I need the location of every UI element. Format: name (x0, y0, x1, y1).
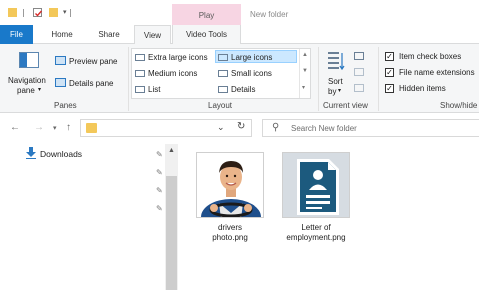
navigation-pane-chevron-icon: ▾ (38, 87, 42, 93)
layout-large-icons[interactable]: Large icons (215, 50, 297, 63)
preview-pane-icon (55, 56, 66, 65)
customize-quick-access-chevron-icon[interactable]: ▾ (63, 8, 67, 16)
window-title: New folder (250, 10, 289, 19)
navigation-pane-icon (19, 52, 39, 68)
nav-item-label: Downloads (40, 149, 83, 159)
sort-by-chevron-icon: ▾ (338, 88, 342, 94)
list-label: List (148, 85, 161, 94)
navigation-pane-label: Navigation (8, 76, 46, 85)
sort-by-icon (328, 52, 345, 71)
sort-by-label: Sort (328, 77, 343, 86)
layout-group-label: Layout (208, 101, 233, 110)
layout-gallery-scroll[interactable]: ▲ ▼ ▾ (299, 49, 310, 98)
scroll-up-icon[interactable]: ▲ (168, 147, 175, 154)
size-columns-icon[interactable] (354, 84, 364, 92)
group-separator (318, 47, 319, 111)
extra-large-icons-label: Extra large icons (148, 53, 208, 62)
item-check-boxes-label: Item check boxes (399, 52, 462, 61)
item-check-boxes-checkbox[interactable]: ✓ (385, 52, 394, 61)
small-icons-icon (218, 70, 228, 77)
layout-small-icons[interactable]: Small icons (216, 67, 296, 80)
new-folder-icon[interactable] (49, 8, 58, 17)
ribbon-tabs: File Home Share View Video Tools (0, 25, 479, 45)
pin-icon[interactable]: ✎ (156, 168, 163, 177)
show-hide-group-label: Show/hide (440, 101, 478, 110)
address-history-chevron-icon[interactable]: ⌄ (217, 122, 225, 133)
refresh-icon[interactable]: ↻ (237, 121, 245, 132)
details-icon (218, 86, 228, 93)
forward-arrow-icon[interactable]: → (34, 122, 44, 133)
hidden-items-label: Hidden items (399, 84, 446, 93)
play-context-tab-group: Play (172, 4, 241, 25)
large-icons-icon (218, 54, 228, 61)
hidden-items-checkbox[interactable]: ✓ (385, 84, 394, 93)
pin-icon[interactable]: ✎ (156, 150, 163, 159)
layout-medium-icons[interactable]: Medium icons (133, 67, 213, 80)
navigation-pane: Downloads ✎ ✎ ✎ ✎ ▲ (0, 142, 178, 290)
gallery-expand-icon[interactable]: ▾ (302, 84, 305, 91)
current-view-group-label: Current view (323, 101, 368, 110)
folder-icon (86, 123, 97, 133)
pin-icon[interactable]: ✎ (156, 186, 163, 195)
small-icons-label: Small icons (231, 69, 272, 78)
quick-access-separator (23, 9, 24, 17)
folder-icon (8, 8, 17, 17)
search-box[interactable]: ⚲ Search New folder (262, 119, 479, 137)
file-item-drivers-photo[interactable]: drivers photo.png (190, 152, 270, 243)
file-name-extensions-checkbox[interactable]: ✓ (385, 68, 394, 77)
search-placeholder: Search New folder (291, 124, 357, 133)
scroll-down-icon[interactable]: ▼ (302, 68, 308, 74)
preview-pane-label: Preview pane (69, 57, 118, 66)
tab-video-tools[interactable]: Video Tools (172, 25, 241, 45)
details-pane-icon (55, 78, 66, 87)
group-by-icon[interactable] (354, 52, 364, 60)
nav-pane-scrollbar[interactable]: ▲ (165, 144, 178, 290)
tab-share[interactable]: Share (90, 25, 128, 44)
layout-extra-large-icons[interactable]: Extra large icons (133, 51, 213, 64)
address-toolbar: ← → ▾ ↑ ⌄ ↻ ⚲ Search New folder (0, 114, 479, 142)
ribbon: Navigation pane ▾ Preview pane Details p… (0, 44, 479, 113)
properties-icon[interactable] (33, 8, 43, 17)
file-name-line2: photo.png (212, 233, 248, 242)
file-name-line1: Letter of (301, 223, 331, 232)
person-photo-thumbnail-icon (196, 152, 264, 218)
title-bar: ▾ Play New folder (0, 0, 479, 25)
navigation-pane-label-line2: pane (17, 86, 35, 95)
pin-icon[interactable]: ✎ (156, 204, 163, 213)
downloads-arrow-icon (26, 147, 36, 159)
tab-file[interactable]: File (0, 25, 33, 44)
medium-icons-icon (135, 70, 145, 77)
large-icons-label: Large icons (231, 53, 273, 62)
file-name-line2: employment.png (286, 233, 346, 242)
group-separator (378, 47, 379, 111)
scroll-up-icon[interactable]: ▲ (302, 52, 308, 58)
file-item-letter-of-employment[interactable]: Letter of employment.png (276, 152, 356, 243)
back-arrow-icon[interactable]: ← (10, 122, 20, 133)
medium-icons-label: Medium icons (148, 69, 198, 78)
quick-access-separator (70, 9, 71, 17)
file-name-line1: drivers (217, 223, 242, 232)
details-pane-label: Details pane (69, 79, 114, 88)
list-icon (135, 86, 145, 93)
layout-list[interactable]: List (133, 83, 213, 96)
layout-details[interactable]: Details (216, 83, 296, 96)
search-icon: ⚲ (272, 122, 280, 133)
address-bar[interactable]: ⌄ ↻ (80, 119, 252, 137)
sort-by-label-line2: by (328, 87, 337, 96)
up-arrow-icon[interactable]: ↑ (66, 122, 71, 133)
details-label: Details (231, 85, 256, 94)
file-name-extensions-label: File name extensions (399, 68, 475, 77)
panes-group-label: Panes (54, 101, 77, 110)
extra-large-icons-icon (135, 54, 145, 61)
tab-view[interactable]: View (134, 25, 171, 45)
group-separator (128, 47, 129, 111)
document-thumbnail-icon (282, 152, 350, 218)
add-columns-icon[interactable] (354, 68, 364, 76)
tab-home[interactable]: Home (42, 25, 82, 44)
scrollbar-thumb[interactable] (166, 176, 177, 290)
file-list-area: drivers photo.png Letter of employment.p… (178, 142, 479, 290)
layout-gallery: Extra large icons Large icons Medium ico… (131, 48, 311, 99)
recent-locations-chevron-icon[interactable]: ▾ (53, 124, 57, 132)
